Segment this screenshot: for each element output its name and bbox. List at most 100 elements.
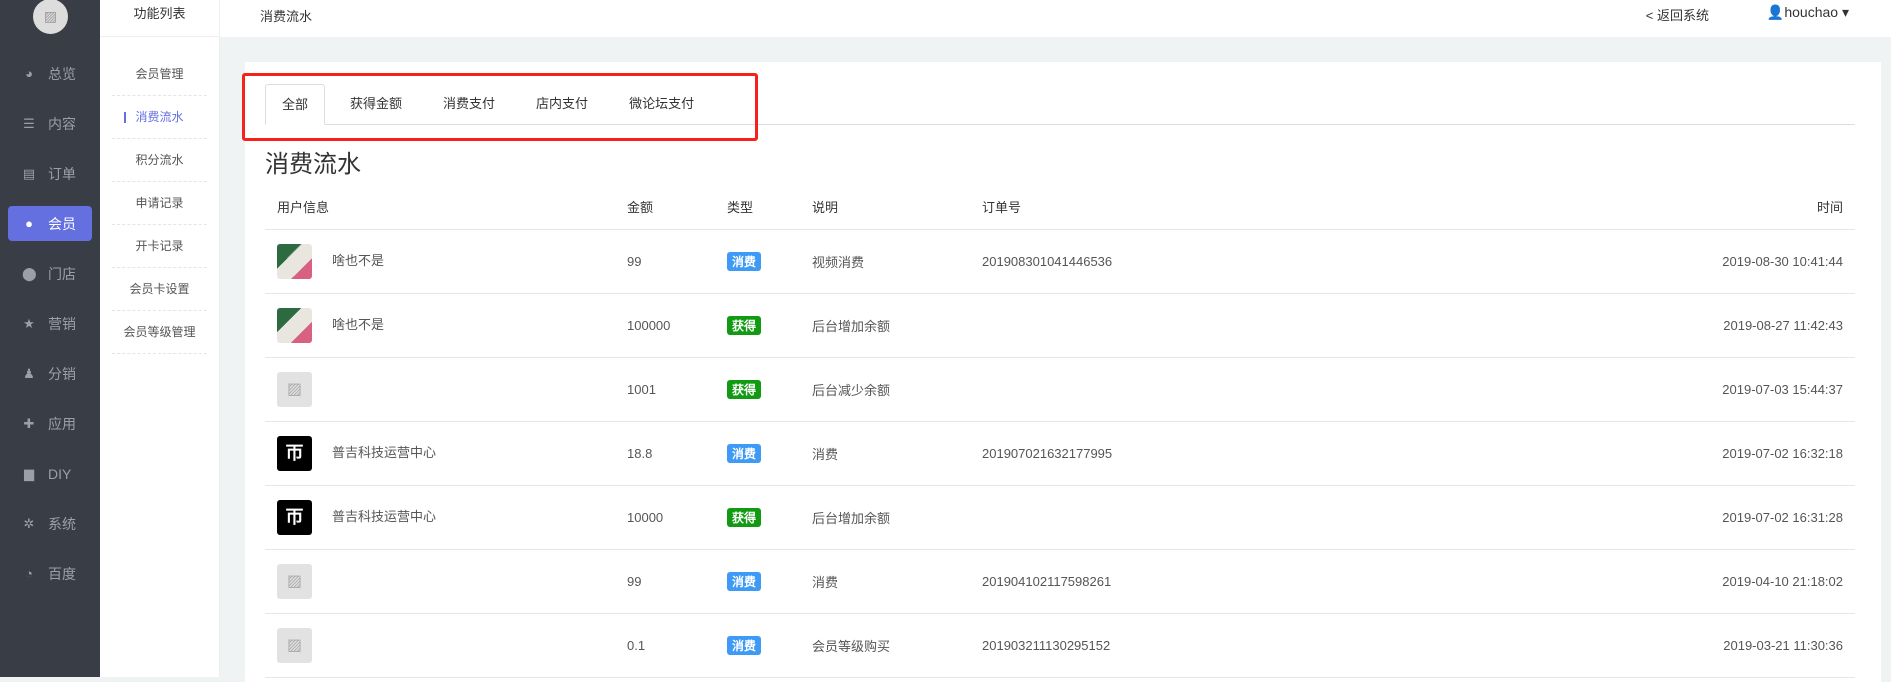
submenu-item[interactable]: 申请记录 <box>112 182 207 225</box>
sidebar-item-0[interactable]: ◕ 总览 <box>8 56 92 91</box>
sidebar-item-label: 订单 <box>48 165 76 182</box>
user-name: 啥也不是 <box>332 316 385 332</box>
type-badge: 获得 <box>727 379 762 399</box>
column-header: 类型 <box>715 185 800 230</box>
sidebar-item-label: 会员 <box>48 215 76 232</box>
user-cell: 帀 普吉科技运营中心 <box>265 421 615 486</box>
time: 2019-08-30 10:41:44 <box>1350 229 1855 294</box>
sidebar-item-9[interactable]: ✲ 系统 <box>8 506 92 541</box>
type-badge: 消费 <box>727 251 762 271</box>
order-number: 201908301041446536 <box>970 229 1350 294</box>
column-header: 时间 <box>1350 185 1855 230</box>
column-header: 订单号 <box>970 185 1350 230</box>
user-name: 普吉科技运营中心 <box>332 508 437 524</box>
sidebar-item-6[interactable]: ♟ 分销 <box>8 356 92 391</box>
order-number: 201904102117598261 <box>970 549 1350 614</box>
user-cell: 啥也不是 <box>265 229 615 294</box>
user-name: 普吉科技运营中心 <box>332 444 437 460</box>
submenu-item[interactable]: 会员卡设置 <box>112 268 207 311</box>
shop-logo[interactable]: ▨ <box>33 0 68 34</box>
description: 后台增加余额 <box>800 293 970 358</box>
sidebar-item-label: 系统 <box>48 515 76 532</box>
user-cell: ▨ <box>265 549 615 614</box>
user-cell: ▨ <box>265 613 615 678</box>
sidebar-item-3[interactable]: ● 会员 <box>8 206 92 241</box>
sidebar-item-7[interactable]: ✚ 应用 <box>8 406 92 441</box>
description: 消费 <box>800 421 970 486</box>
time: 2019-08-27 11:42:43 <box>1350 293 1855 358</box>
table-row: 帀 普吉科技运营中心 10000 获得 后台增加余额 2019-07-02 16:… <box>265 485 1855 550</box>
amount: 100000 <box>615 293 715 358</box>
order-number: 201903211130295152 <box>970 613 1350 678</box>
order-number: 201907021632177995 <box>970 421 1350 486</box>
sidebar-item-2[interactable]: ▤ 订单 <box>8 156 92 191</box>
avatar <box>277 243 312 279</box>
avatar: ▨ <box>277 627 312 663</box>
page-title: 消费流水 <box>265 151 361 178</box>
compass-icon: ◔ <box>25 566 33 581</box>
gear-icon: ✲ <box>23 515 35 531</box>
submenu-item[interactable]: 会员管理 <box>112 53 207 96</box>
content-card: 全部 获得金额 消费支付 店内支付 微论坛支付 消费流水 用户信息 金额 类型 说明 订单号 时间… <box>245 62 1881 682</box>
user-cell: ▨ <box>265 357 615 422</box>
table-row: 啥也不是 100000 获得 后台增加余额 2019-08-27 11:42:4… <box>265 293 1855 358</box>
avatar <box>277 307 312 343</box>
type-badge: 获得 <box>727 507 762 527</box>
type-badge: 消费 <box>727 443 762 463</box>
amount: 0.1 <box>615 613 715 678</box>
table-row: 帀普吉科技运营中心 18.8 消费 消费 201907021632177995 … <box>265 421 1855 486</box>
time: 2019-07-03 15:44:37 <box>1350 357 1855 422</box>
user-menu[interactable]: 👤houchao ▾ <box>1767 4 1849 21</box>
breadcrumb: 消费流水 <box>260 9 313 24</box>
avatar: ▨ <box>277 563 312 599</box>
user-cell: 啥也不是 <box>265 293 615 358</box>
sidebar-item-8[interactable]: ▆ DIY <box>8 456 92 491</box>
user-name: 啥也不是 <box>332 252 385 268</box>
back-to-system-link[interactable]: < 返回系统 <box>1646 5 1709 24</box>
time: 2019-03-21 11:30:36 <box>1350 613 1855 678</box>
table-row: ▨ 99 消费 消费 201904102117598261 2019-04-10… <box>265 549 1855 614</box>
table-row: 啥也不是 99 消费 视频消费 201908301041446536 2019-… <box>265 229 1855 294</box>
user-icon: ● <box>25 216 33 231</box>
submenu-item[interactable]: 积分流水 <box>112 139 207 182</box>
sidebar-item-10[interactable]: ◔ 百度 <box>8 556 92 591</box>
map-pin-icon: ⬤ <box>22 265 37 281</box>
amount: 18.8 <box>615 421 715 486</box>
avatar: ▨ <box>277 371 312 407</box>
time: 2019-07-02 16:32:18 <box>1350 421 1855 486</box>
sidebar-item-1[interactable]: ☰ 内容 <box>8 106 92 141</box>
star-icon: ★ <box>23 315 35 331</box>
description: 会员等级购买 <box>800 613 970 678</box>
description: 后台增加余额 <box>800 485 970 550</box>
column-header: 说明 <box>800 185 970 230</box>
top-header: 消费流水 < 返回系统 👤houchao ▾ <box>220 0 1891 37</box>
sidebar-item-4[interactable]: ⬤ 门店 <box>8 256 92 291</box>
order-number <box>970 293 1350 358</box>
submenu-title: 功能列表 <box>100 0 219 37</box>
document-icon: ▤ <box>22 165 36 181</box>
description: 后台减少余额 <box>800 357 970 422</box>
time: 2019-04-10 21:18:02 <box>1350 549 1855 614</box>
submenu-item[interactable]: 开卡记录 <box>112 225 207 268</box>
sidebar-item-label: DIY <box>48 465 72 482</box>
list-icon: ☰ <box>23 115 35 131</box>
highlight-box <box>242 73 758 141</box>
sidebar-item-label: 应用 <box>48 415 76 432</box>
sidebar-item-label: 百度 <box>48 565 76 582</box>
submenu-item[interactable]: 会员等级管理 <box>112 311 207 354</box>
type-badge: 消费 <box>727 571 762 591</box>
amount: 10000 <box>615 485 715 550</box>
amount: 99 <box>615 229 715 294</box>
amount: 1001 <box>615 357 715 422</box>
user-cell: 帀 普吉科技运营中心 <box>265 485 615 550</box>
puzzle-icon: ✚ <box>23 415 35 431</box>
table-row: ▨ 1001 获得 后台减少余额 2019-07-03 15:44:37 <box>265 357 1855 422</box>
description: 消费 <box>800 549 970 614</box>
sidebar-item-label: 总览 <box>48 65 76 82</box>
submenu-item[interactable]: 消费流水 <box>112 96 207 139</box>
submenu: 功能列表 会员管理 消费流水 积分流水 申请记录 开卡记录 会员卡设置 会员等级管理 <box>100 0 220 677</box>
layout-icon: ▆ <box>24 465 34 481</box>
sidebar-item-label: 门店 <box>48 265 76 282</box>
column-header: 金额 <box>615 185 715 230</box>
sidebar-item-5[interactable]: ★ 营销 <box>8 306 92 341</box>
